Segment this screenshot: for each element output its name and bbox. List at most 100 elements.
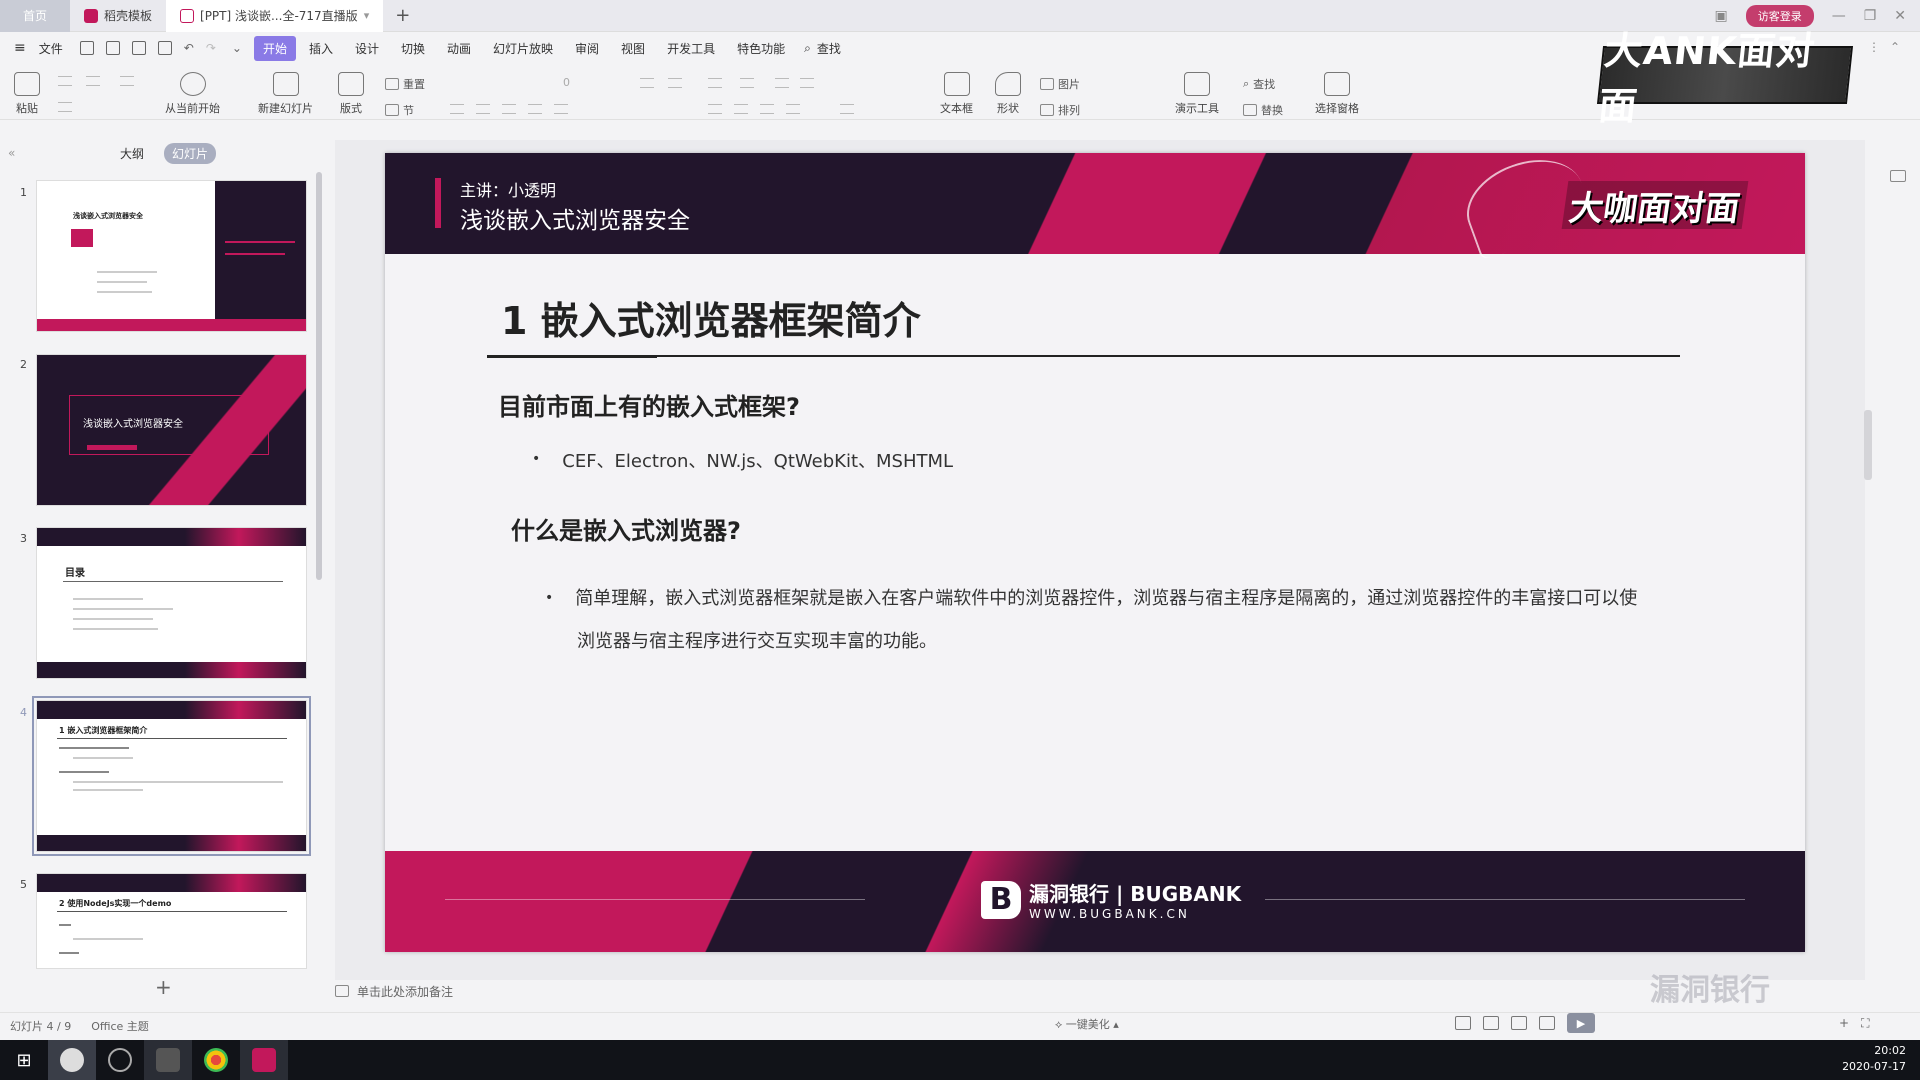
redo-icon[interactable]: ↷ [202, 41, 220, 55]
beautify-button[interactable]: ⟡ 一键美化 ▴ [1055, 1016, 1119, 1032]
line-spacing-icon[interactable] [840, 104, 854, 114]
present-tools-button[interactable]: 演示工具 [1175, 72, 1219, 116]
hamburger-icon[interactable]: ≡ [14, 40, 26, 56]
notes-area[interactable]: 单击此处添加备注 [335, 980, 1865, 1002]
thumb-line [63, 581, 283, 582]
grow-font-icon[interactable] [640, 78, 654, 88]
menu-developer[interactable]: 开发工具 [658, 36, 724, 61]
shadow-icon[interactable] [554, 104, 568, 114]
align-center-icon[interactable] [734, 104, 748, 114]
taskbar-app-2[interactable] [96, 1040, 144, 1080]
add-slide-button[interactable]: + [155, 975, 172, 999]
textbox-button[interactable]: 文本框 [940, 72, 973, 116]
copy-icon[interactable] [86, 76, 100, 86]
windows-start-icon[interactable]: ⊞ [0, 1040, 48, 1080]
ribbon-collapse-icon[interactable]: ⌃ [1890, 40, 1900, 54]
menu-transition[interactable]: 切换 [392, 36, 434, 61]
slide-thumbnail-5[interactable]: 2 使用NodeJs实现一个demo [36, 873, 307, 969]
bold-icon[interactable] [450, 104, 464, 114]
normal-view-icon[interactable] [1483, 1016, 1499, 1030]
close-icon[interactable]: ✕ [1894, 8, 1906, 24]
view-controls: ▶ + ⛶ [1455, 1013, 1869, 1033]
quick-access-dropdown-icon[interactable]: ⌄ [224, 41, 250, 55]
slide-thumbnail-2[interactable]: 浅谈嵌入式浏览器安全 [36, 354, 307, 506]
number-list-icon[interactable] [740, 78, 754, 88]
from-current-button[interactable]: 从当前开始 [165, 72, 220, 116]
paste-button[interactable]: 粘贴 [14, 72, 40, 116]
menu-animation[interactable]: 动画 [438, 36, 480, 61]
shrink-font-icon[interactable] [668, 78, 682, 88]
bullet-dot-icon: • [532, 451, 541, 467]
bullet-list-icon[interactable] [708, 78, 722, 88]
panel-scrollbar[interactable] [316, 172, 322, 580]
thumb-number: 4 [20, 706, 27, 719]
arrange-button[interactable]: 排列 [1040, 102, 1080, 118]
tab-outline[interactable]: 大纲 [112, 143, 152, 164]
save-icon[interactable] [79, 41, 94, 55]
ribbon-more-icon[interactable]: ⋮ [1868, 40, 1880, 54]
menu-home[interactable]: 开始 [253, 35, 296, 61]
indent-icon[interactable] [775, 78, 789, 88]
menu-view[interactable]: 视图 [612, 36, 654, 61]
tab-dropdown-icon[interactable]: ▾ [364, 9, 370, 22]
paste-special-icon[interactable] [58, 102, 72, 112]
tab-ppt-document[interactable]: [PPT] 浅谈嵌...全-717直播版 ▾ [166, 0, 384, 32]
menu-design[interactable]: 设计 [346, 36, 388, 61]
sorter-view-icon[interactable] [1511, 1016, 1527, 1030]
preview-icon[interactable] [157, 41, 172, 55]
restore-icon[interactable]: ❐ [1864, 8, 1877, 24]
system-clock[interactable]: 20:02 2020-07-17 [1842, 1043, 1906, 1075]
reset-icon [385, 78, 399, 90]
new-slide-button[interactable]: 新建幻灯片 [258, 72, 313, 116]
picture-button[interactable]: 图片 [1040, 76, 1080, 92]
menu-insert[interactable]: 插入 [300, 36, 342, 61]
menu-slideshow[interactable]: 幻灯片放映 [484, 36, 562, 61]
menu-file[interactable]: 文件 [30, 36, 72, 61]
cut-icon[interactable] [58, 76, 72, 86]
zoom-in-button[interactable]: + [1839, 1016, 1849, 1030]
reading-view-icon[interactable] [1539, 1016, 1555, 1030]
layout-button[interactable]: 版式 [338, 72, 364, 116]
slide-thumbnail-3[interactable]: 目录 [36, 527, 307, 679]
slideshow-play-icon[interactable]: ▶ [1567, 1013, 1595, 1033]
undo-icon[interactable]: ↶ [180, 41, 198, 55]
italic-icon[interactable] [476, 104, 490, 114]
print-icon[interactable] [131, 41, 146, 55]
tab-slides[interactable]: 幻灯片 [164, 142, 217, 164]
side-settings-icon[interactable] [1890, 170, 1906, 182]
taskbar-app-5[interactable] [240, 1040, 288, 1080]
slide-thumbnail-4[interactable]: 1 嵌入式浏览器框架简介 [32, 696, 311, 856]
menu-search[interactable]: 查找 [815, 36, 850, 61]
thumb-title: 2 使用NodeJs实现一个demo [59, 899, 172, 908]
tab-home[interactable]: 首页 [0, 0, 70, 32]
justify-icon[interactable] [786, 104, 800, 114]
theme-name[interactable]: Office 主题 [91, 1018, 149, 1034]
new-tab-button[interactable]: + [383, 5, 422, 26]
font-size-field[interactable]: 0 [563, 76, 570, 89]
fit-window-icon[interactable]: ⛶ [1861, 1016, 1869, 1031]
notes-view-icon[interactable] [1455, 1016, 1471, 1030]
menu-features[interactable]: 特色功能 [728, 36, 794, 61]
selection-pane-button[interactable]: 选择窗格 [1315, 72, 1359, 116]
align-right-icon[interactable] [760, 104, 774, 114]
find-button[interactable]: ⌕ 查找 [1243, 76, 1275, 92]
taskbar-app-3[interactable] [144, 1040, 192, 1080]
format-painter-icon[interactable] [120, 76, 134, 86]
taskbar-app-1[interactable] [48, 1040, 96, 1080]
slide-thumbnail-1[interactable]: 浅谈嵌入式浏览器安全 [36, 180, 307, 332]
canvas-scrollbar[interactable] [1864, 410, 1872, 480]
current-slide[interactable]: 主讲：小透明 浅谈嵌入式浏览器安全 大咖面对面 1 嵌入式浏览器框架简介 目前市… [385, 153, 1805, 952]
taskbar-app-4[interactable] [192, 1040, 240, 1080]
reset-button[interactable]: 重置 [385, 76, 425, 92]
outdent-icon[interactable] [800, 78, 814, 88]
export-icon[interactable] [105, 41, 120, 55]
menu-review[interactable]: 审阅 [566, 36, 608, 61]
underline-icon[interactable] [502, 104, 516, 114]
search-icon[interactable]: ⌕ [798, 41, 811, 56]
section-button[interactable]: 节 [385, 102, 414, 118]
replace-button[interactable]: 替换 [1243, 102, 1283, 118]
shape-button[interactable]: 形状 [995, 72, 1021, 116]
tab-docer-templates[interactable]: 稻壳模板 [70, 0, 166, 32]
strikethrough-icon[interactable] [528, 104, 542, 114]
align-left-icon[interactable] [708, 104, 722, 114]
